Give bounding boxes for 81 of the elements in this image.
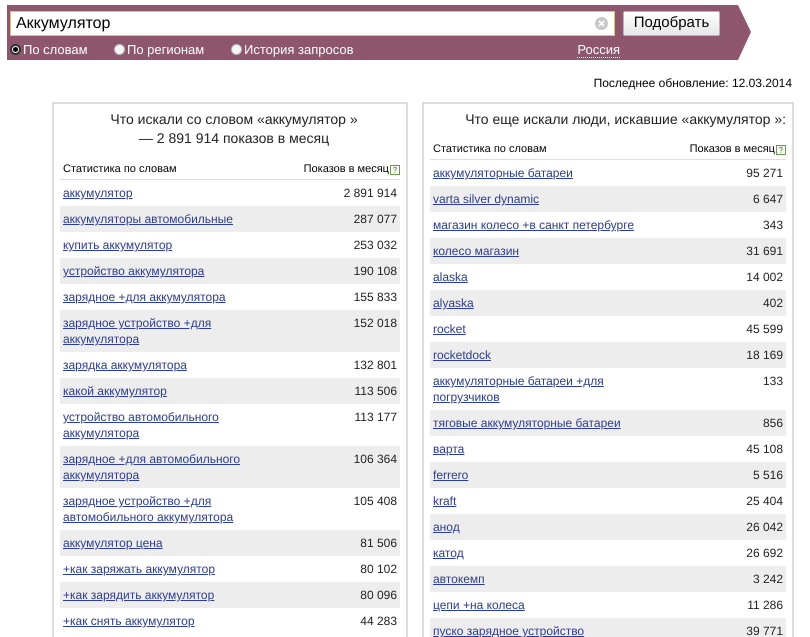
count-cell: 44 283 bbox=[360, 613, 397, 629]
mode-radio[interactable]: По регионам bbox=[114, 40, 231, 60]
keyword-link[interactable]: зарядное устройство +для автомобильного аккумулятора bbox=[63, 493, 273, 525]
keyword-link[interactable]: устройство аккумулятора bbox=[63, 263, 273, 279]
count-cell: 190 108 bbox=[354, 263, 397, 279]
count-cell: 14 002 bbox=[746, 269, 783, 285]
count-cell: 5 516 bbox=[752, 467, 783, 483]
count-cell: 133 bbox=[762, 373, 783, 389]
keyword-link[interactable]: магазин колесо +в санкт петербурге bbox=[433, 217, 643, 233]
count-cell: 155 833 bbox=[354, 289, 397, 305]
panel-title: Что искали со словом «аккумулятор » — 2 891 914 показов в месяц bbox=[109, 110, 359, 148]
count-cell: 113 177 bbox=[354, 409, 397, 425]
count-cell: 856 bbox=[762, 415, 783, 431]
keyword-link[interactable]: аккумуляторные батареи bbox=[433, 165, 643, 181]
keyword-link[interactable]: варта bbox=[433, 441, 643, 457]
keyword-link[interactable]: ferrero bbox=[433, 467, 643, 483]
keyword-link[interactable]: цепи +на колеса bbox=[433, 597, 643, 613]
keyword-link[interactable]: rocket bbox=[433, 321, 643, 337]
count-cell: 26 042 bbox=[746, 519, 783, 535]
region-link[interactable]: Россия bbox=[577, 42, 620, 58]
last-update-text: Последнее обновление: 12.03.2014 bbox=[594, 75, 792, 92]
count-cell: 3 242 bbox=[752, 571, 783, 587]
keyword-link[interactable]: +как снять аккумулятор bbox=[63, 613, 273, 629]
count-cell: 80 102 bbox=[360, 561, 397, 577]
count-cell: 287 077 bbox=[354, 211, 397, 227]
keyword-link[interactable]: зарядное устройство +для аккумулятора bbox=[63, 315, 273, 347]
clear-icon[interactable] bbox=[595, 17, 608, 30]
search-field[interactable]: Аккумулятор bbox=[10, 11, 615, 36]
count-cell: 106 364 bbox=[354, 451, 397, 467]
keyword-link[interactable]: катод bbox=[433, 545, 643, 561]
count-cell: 2 891 914 bbox=[344, 185, 397, 201]
keyword-link[interactable]: какой аккумулятор bbox=[63, 383, 273, 399]
keyword-link[interactable]: kraft bbox=[433, 493, 643, 509]
count-cell: 105 408 bbox=[354, 493, 397, 509]
keyword-link[interactable]: +как зарядить аккумулятор bbox=[63, 587, 273, 603]
count-cell: 11 286 bbox=[747, 597, 783, 613]
keyword-link[interactable]: автокемп bbox=[433, 571, 643, 587]
keyword-link[interactable]: тяговые аккумуляторные батареи bbox=[433, 415, 643, 431]
count-cell: 402 bbox=[762, 295, 783, 311]
count-cell: 253 032 bbox=[354, 237, 397, 253]
mode-radio[interactable]: История запросов bbox=[231, 40, 391, 60]
keyword-link[interactable]: аккумуляторные батареи +для погрузчиков bbox=[433, 373, 643, 405]
count-cell: 80 096 bbox=[360, 587, 397, 603]
count-cell: 18 169 bbox=[746, 347, 783, 363]
keyword-link[interactable]: зарядка аккумулятора bbox=[63, 357, 273, 373]
keyword-link[interactable]: зарядное +для аккумулятора bbox=[63, 289, 273, 305]
keyword-link[interactable]: аккумулятор цена bbox=[63, 535, 273, 551]
count-cell: 26 692 bbox=[746, 545, 783, 561]
keyword-link[interactable]: alyaska bbox=[433, 295, 643, 311]
panel-title: Что еще искали люди, искавшие «аккумулятор »: bbox=[464, 110, 786, 129]
count-cell: 152 018 bbox=[354, 315, 397, 331]
keyword-link[interactable]: купить аккумулятор bbox=[63, 237, 273, 253]
column-header: Статистика по словам bbox=[432, 142, 547, 158]
count-cell: 81 506 bbox=[360, 535, 397, 551]
count-cell: 6 647 bbox=[752, 191, 783, 207]
mode-radio[interactable]: По словам bbox=[10, 40, 114, 60]
count-cell: 343 bbox=[762, 217, 783, 233]
count-cell: 45 599 bbox=[746, 321, 783, 337]
count-cell: 132 801 bbox=[354, 357, 397, 373]
submit-button[interactable]: Подобрать bbox=[623, 11, 720, 36]
count-cell: 95 271 bbox=[746, 165, 783, 181]
keyword-link[interactable]: varta silver dynamic bbox=[433, 191, 643, 207]
keyword-link[interactable]: alaska bbox=[433, 269, 643, 285]
keyword-link[interactable]: аккумулятор bbox=[63, 185, 273, 201]
count-cell: 25 404 bbox=[746, 493, 783, 509]
keyword-link[interactable]: +как заряжать аккумулятор bbox=[63, 561, 273, 577]
count-cell: 113 506 bbox=[354, 383, 397, 399]
column-header: Показов в месяц bbox=[690, 142, 775, 158]
keyword-link[interactable]: устройство автомобильного аккумулятора bbox=[63, 409, 273, 441]
help-icon[interactable] bbox=[776, 144, 786, 154]
keyword-link[interactable]: колесо магазин bbox=[433, 243, 643, 259]
help-icon[interactable] bbox=[390, 164, 400, 174]
count-cell: 39 771 bbox=[746, 623, 783, 637]
keyword-link[interactable]: аккумуляторы автомобильные bbox=[63, 211, 273, 227]
count-cell: 45 108 bbox=[746, 441, 783, 457]
column-header: Статистика по словам bbox=[62, 162, 177, 178]
column-header: Показов в месяц bbox=[304, 162, 389, 178]
keyword-link[interactable]: зарядное +для автомобильного аккумулятора bbox=[63, 451, 273, 483]
count-cell: 31 691 bbox=[746, 243, 783, 259]
keyword-link[interactable]: rocketdock bbox=[433, 347, 643, 363]
keyword-link[interactable]: анод bbox=[433, 519, 643, 535]
